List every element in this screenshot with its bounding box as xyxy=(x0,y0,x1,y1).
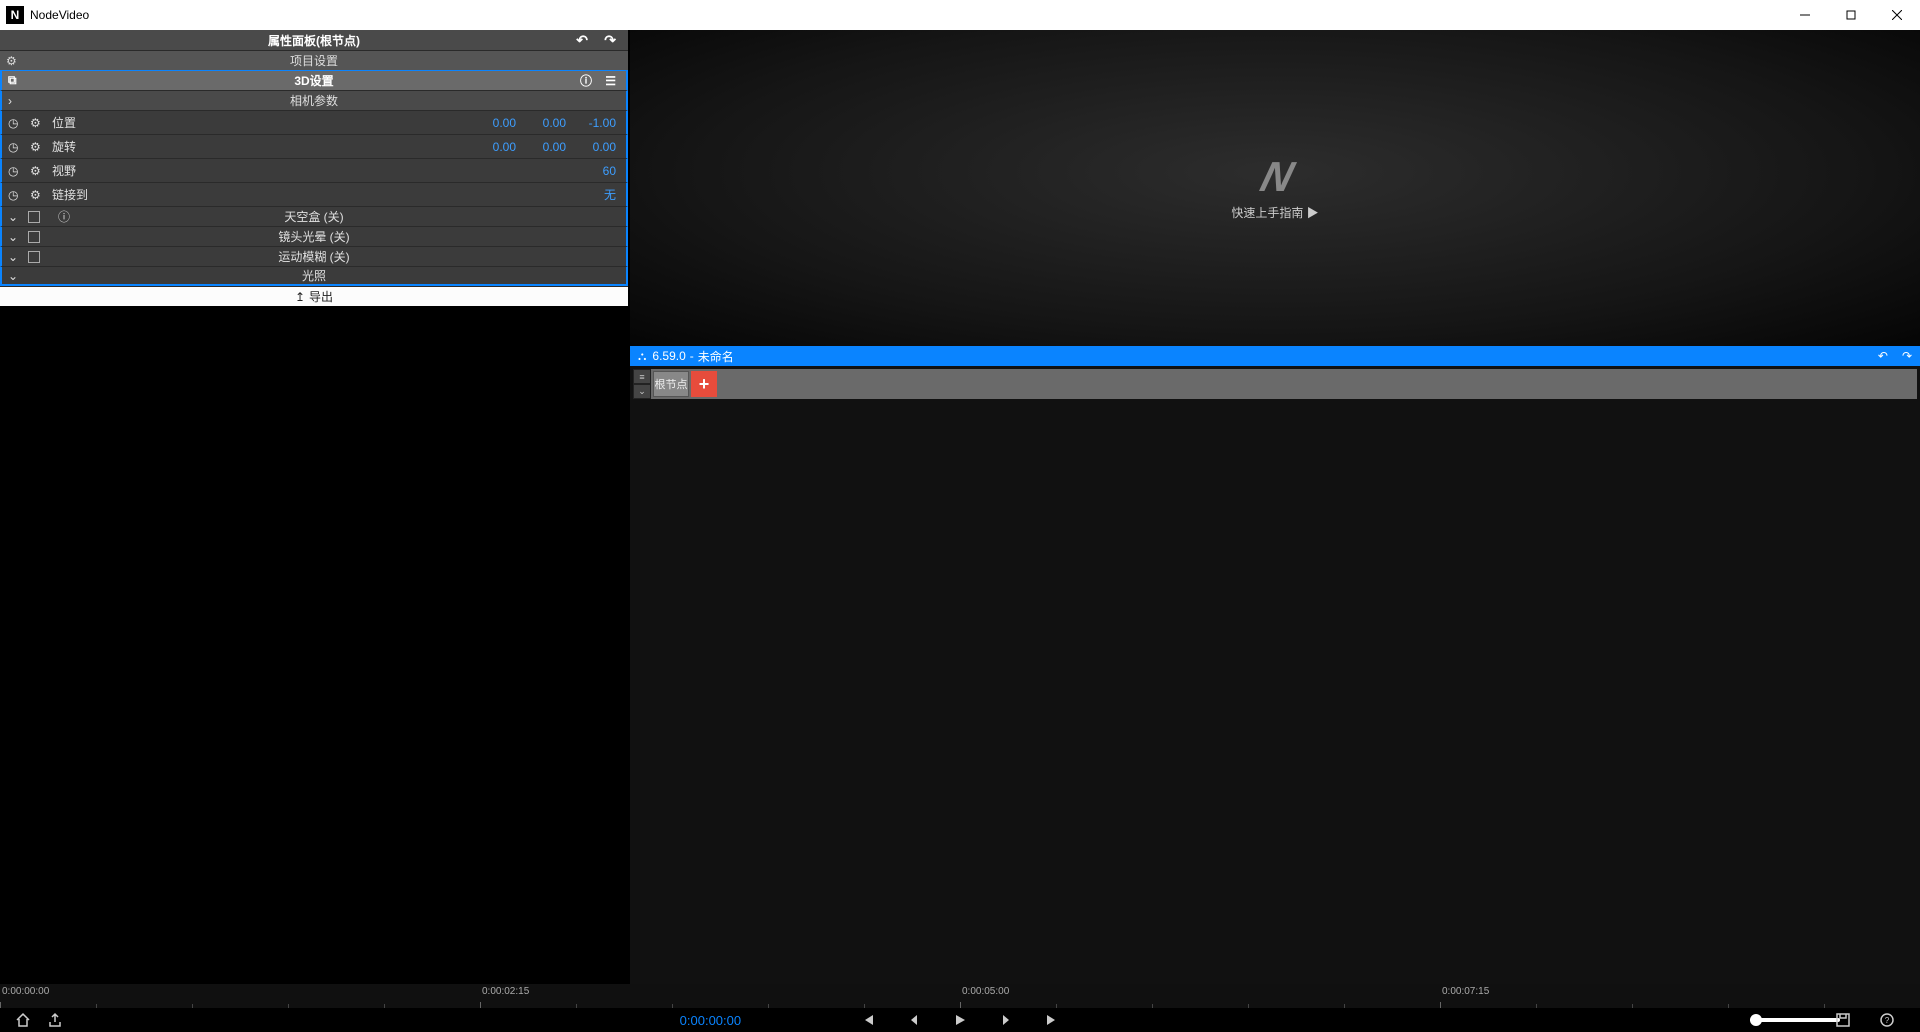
panel-title: 属性面板(根节点) xyxy=(268,32,360,49)
share-button[interactable] xyxy=(44,1009,66,1031)
node-panel: ⛬ 6.59.0 - 未命名 ↶ ↷ ≡ ⌄ 根节点 + xyxy=(630,346,1920,984)
section-3d-label: 3D设置 xyxy=(294,72,333,89)
maximize-button[interactable] xyxy=(1828,0,1874,30)
param-fov: ◷ ⚙ 视野 60 xyxy=(0,158,628,182)
gear-icon[interactable]: ⚙ xyxy=(30,140,41,154)
toggle-motionblur[interactable]: ⌄ 运动模糊 (关) xyxy=(0,246,628,266)
home-button[interactable] xyxy=(12,1009,34,1031)
minimize-button[interactable] xyxy=(1782,0,1828,30)
help-icon[interactable]: ⓘ xyxy=(580,72,592,89)
close-button[interactable] xyxy=(1874,0,1920,30)
redo-icon[interactable]: ↷ xyxy=(1902,349,1912,363)
next-frame-button[interactable] xyxy=(995,1009,1017,1031)
chevron-right-icon: › xyxy=(8,94,12,108)
property-panel: 属性面板(根节点) ↶ ↷ ⚙ 项目设置 ⧉ 3D设置 ⓘ ☰ › 相机参数 ◷… xyxy=(0,30,628,306)
tick-label: 0:00:02:15 xyxy=(482,986,529,997)
goto-start-button[interactable] xyxy=(857,1009,879,1031)
motionblur-label: 运动模糊 (关) xyxy=(278,248,349,265)
toggle-lensflare[interactable]: ⌄ 镜头光晕 (关) xyxy=(0,226,628,246)
node-titlebar[interactable]: ⛬ 6.59.0 - 未命名 ↶ ↷ xyxy=(630,346,1920,366)
chevron-down-icon: ⌄ xyxy=(8,269,18,283)
chevron-down-icon: ⌄ xyxy=(8,210,18,224)
stopwatch-icon[interactable]: ◷ xyxy=(8,188,18,202)
chevron-down-icon[interactable]: ⌄ xyxy=(633,384,651,399)
rotation-x[interactable]: 0.00 xyxy=(486,140,516,154)
tree-icon: ⛬ xyxy=(638,349,646,364)
stopwatch-icon[interactable]: ◷ xyxy=(8,140,18,154)
nodevideo-logo: N xyxy=(1256,156,1294,198)
param-label: 旋转 xyxy=(52,138,76,155)
checkbox-icon[interactable] xyxy=(28,211,40,223)
help-button[interactable]: ? xyxy=(1876,1009,1898,1031)
camera-params-label: 相机参数 xyxy=(290,92,338,109)
stopwatch-icon[interactable]: ◷ xyxy=(8,164,18,178)
tick-label: 0:00:00:00 xyxy=(2,986,49,997)
menu-icon[interactable]: ☰ xyxy=(605,74,616,88)
app-title: NodeVideo xyxy=(30,8,89,22)
checkbox-icon[interactable] xyxy=(28,251,40,263)
lensflare-label: 镜头光晕 (关) xyxy=(278,228,349,245)
lighting-label: 光照 xyxy=(302,267,326,284)
preview-viewport: N 快速上手指南 ▶ xyxy=(630,30,1920,346)
svg-text:?: ? xyxy=(1885,1016,1890,1025)
titlebar: N NodeVideo xyxy=(0,0,1920,30)
position-y[interactable]: 0.00 xyxy=(536,116,566,130)
rotation-z[interactable]: 0.00 xyxy=(586,140,616,154)
skybox-label: 天空盒 (关) xyxy=(284,208,343,225)
param-position: ◷ ⚙ 位置 0.00 0.00 -1.00 xyxy=(0,110,628,134)
checkbox-icon[interactable] xyxy=(28,231,40,243)
help-icon[interactable]: ⓘ xyxy=(58,208,70,225)
param-label: 视野 xyxy=(52,162,76,179)
export-button[interactable]: ↥ 导出 xyxy=(0,286,628,306)
chevron-down-icon: ⌄ xyxy=(8,230,18,244)
tick-label: 0:00:05:00 xyxy=(962,986,1009,997)
add-node-button[interactable]: + xyxy=(691,371,717,397)
bottom-toolbar: 0:00:00:00 ? xyxy=(0,1008,1920,1032)
upload-icon: ↥ xyxy=(295,290,305,304)
gear-icon: ⚙ xyxy=(6,54,17,68)
chevron-down-icon: ⌄ xyxy=(8,250,18,264)
toggle-skybox[interactable]: ⌄ ⓘ 天空盒 (关) xyxy=(0,206,628,226)
project-settings-label: 项目设置 xyxy=(290,52,338,69)
time-display[interactable]: 0:00:00:00 xyxy=(680,1013,741,1028)
param-rotation: ◷ ⚙ 旋转 0.00 0.00 0.00 xyxy=(0,134,628,158)
root-node[interactable]: 根节点 xyxy=(653,371,689,397)
rotation-y[interactable]: 0.00 xyxy=(536,140,566,154)
app-logo: N xyxy=(6,6,24,24)
zoom-handle[interactable] xyxy=(1750,1014,1762,1026)
export-label: 导出 xyxy=(309,288,333,305)
redo-button[interactable]: ↷ xyxy=(604,32,616,49)
undo-icon[interactable]: ↶ xyxy=(1878,349,1888,363)
camera-params-row[interactable]: › 相机参数 xyxy=(0,90,628,110)
position-x[interactable]: 0.00 xyxy=(486,116,516,130)
gear-icon[interactable]: ⚙ xyxy=(30,164,41,178)
param-label: 链接到 xyxy=(52,186,88,203)
lighting-row[interactable]: ⌄ 光照 xyxy=(0,266,628,286)
node-track: ≡ ⌄ 根节点 + xyxy=(633,369,1917,399)
gear-icon[interactable]: ⚙ xyxy=(30,116,41,130)
tick-label: 0:00:07:15 xyxy=(1442,986,1489,997)
position-z[interactable]: -1.00 xyxy=(586,116,616,130)
prev-frame-button[interactable] xyxy=(903,1009,925,1031)
project-settings-row[interactable]: ⚙ 项目设置 xyxy=(0,50,628,70)
project-name: 未命名 xyxy=(698,348,734,365)
gear-icon[interactable]: ⚙ xyxy=(30,188,41,202)
version-label: 6.59.0 xyxy=(652,349,685,363)
goto-end-button[interactable] xyxy=(1041,1009,1063,1031)
save-button[interactable] xyxy=(1832,1009,1854,1031)
list-icon[interactable]: ≡ xyxy=(633,369,651,384)
linkto-value[interactable]: 无 xyxy=(586,186,616,203)
param-label: 位置 xyxy=(52,114,76,131)
camera-icon: ⧉ xyxy=(8,73,17,88)
zoom-slider[interactable] xyxy=(1750,1018,1840,1022)
quickstart-guide-link[interactable]: 快速上手指南 ▶ xyxy=(1231,204,1318,221)
param-linkto: ◷ ⚙ 链接到 无 xyxy=(0,182,628,206)
panel-header: 属性面板(根节点) ↶ ↷ xyxy=(0,30,628,50)
section-3d[interactable]: ⧉ 3D设置 ⓘ ☰ xyxy=(0,70,628,90)
fov-value[interactable]: 60 xyxy=(586,164,616,178)
undo-button[interactable]: ↶ xyxy=(576,32,588,49)
timeline-ruler[interactable]: 0:00:00:00 0:00:02:15 0:00:05:00 0:00:07:15… xyxy=(0,984,1920,1008)
play-button[interactable] xyxy=(949,1009,971,1031)
stopwatch-icon[interactable]: ◷ xyxy=(8,116,18,130)
